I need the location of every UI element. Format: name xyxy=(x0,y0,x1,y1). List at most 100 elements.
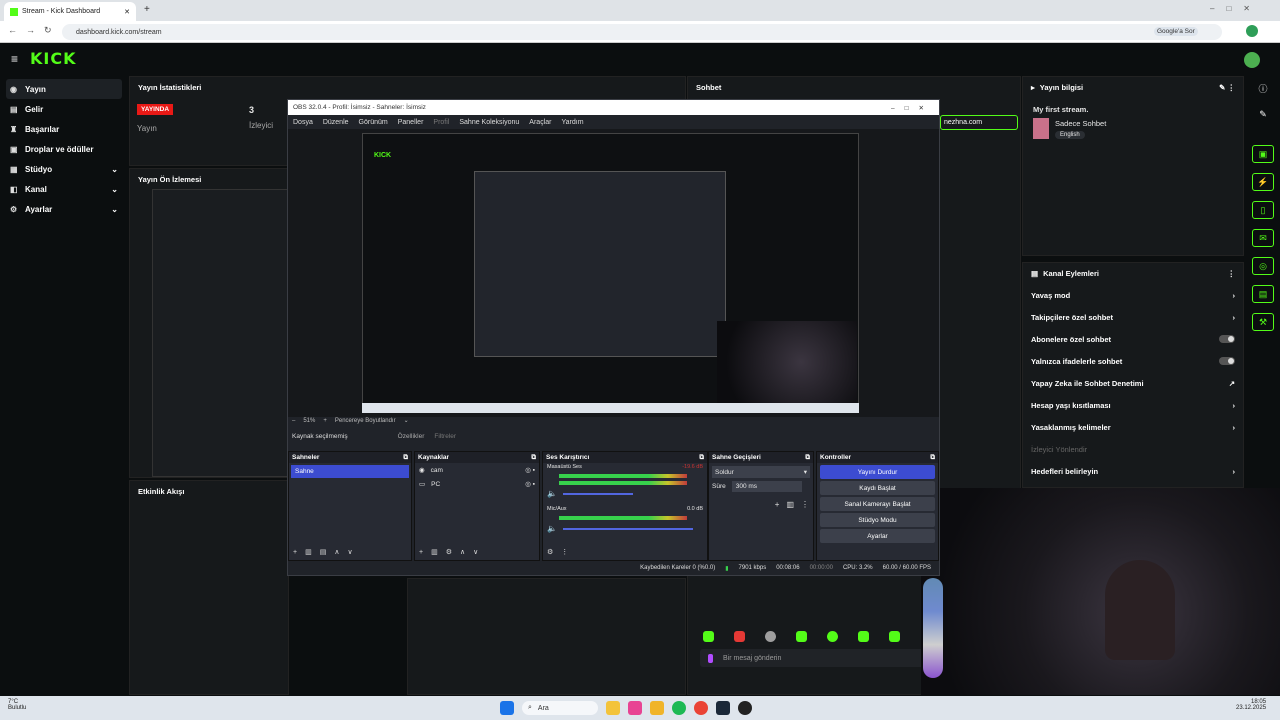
tool-icon-7[interactable]: ⚒ xyxy=(1252,313,1274,331)
filters-button[interactable]: Filtreler xyxy=(434,433,456,440)
emote-icon[interactable] xyxy=(703,631,714,642)
close-tab-icon[interactable]: ✕ xyxy=(124,8,130,16)
desktop-volume[interactable]: 🔈 xyxy=(547,489,703,498)
forward-icon[interactable]: → xyxy=(26,25,35,35)
clock[interactable]: 18:05 23.12.2025 xyxy=(1236,699,1266,711)
emote-icon[interactable] xyxy=(765,631,776,642)
filter-icon[interactable]: ▤ xyxy=(320,548,327,556)
back-icon[interactable]: ← xyxy=(8,25,17,35)
tool-icon-1[interactable]: ▣ xyxy=(1252,145,1274,163)
subscribers-toggle[interactable] xyxy=(1219,335,1235,343)
obs-menu-item[interactable]: Profil xyxy=(433,119,449,126)
action-followers-only[interactable]: Takipçilere özel sohbet › xyxy=(1023,306,1243,328)
more-icon[interactable]: ⋮ xyxy=(801,500,809,509)
dock-icon[interactable]: ⧉ xyxy=(403,454,408,462)
url-field[interactable]: dashboard.kick.com/stream xyxy=(62,24,1222,40)
duration-input[interactable]: 300 ms xyxy=(731,481,802,492)
speaker-icon[interactable]: 🔈 xyxy=(547,524,557,533)
action-banned-words[interactable]: Yasaklanmış kelimeler › xyxy=(1023,416,1243,438)
add-icon[interactable]: + xyxy=(775,500,780,509)
obs-menu-item[interactable]: Yardım xyxy=(561,119,583,126)
emote-icon[interactable] xyxy=(827,631,838,642)
action-ai-moderation[interactable]: Yapay Zeka ile Sohbet Denetimi ↗ xyxy=(1023,372,1243,394)
trash-icon[interactable]: ▥ xyxy=(305,548,312,556)
sidebar-item-studyo[interactable]: ▦ Stüdyo ⌄ xyxy=(0,159,128,179)
gear-icon[interactable]: ⚙ xyxy=(547,548,553,556)
emote-icon[interactable] xyxy=(734,631,745,642)
trash-icon[interactable]: ▥ xyxy=(431,548,438,556)
emote-icon[interactable] xyxy=(796,631,807,642)
spotify-icon[interactable] xyxy=(672,701,686,715)
more-icon[interactable]: ⋮ xyxy=(1228,269,1236,278)
action-goals[interactable]: Hedefleri belirleyin › xyxy=(1023,460,1243,482)
down-icon[interactable]: ∨ xyxy=(473,548,478,556)
kick-logo[interactable]: KICK xyxy=(30,49,77,68)
zoom-in-icon[interactable]: + xyxy=(323,418,327,424)
header-avatar[interactable] xyxy=(1244,52,1260,68)
volume-slider[interactable] xyxy=(562,492,633,495)
obs-icon[interactable] xyxy=(738,701,752,715)
new-tab-icon[interactable]: + xyxy=(144,4,150,15)
menu-icon[interactable]: ≡ xyxy=(11,52,18,66)
file-explorer-icon[interactable] xyxy=(606,701,620,715)
eye-lock-icon[interactable]: ◎ ▪ xyxy=(525,480,535,488)
tool-icon-5[interactable]: ◎ xyxy=(1252,257,1274,275)
sidebar-item-droplar[interactable]: ▣ Droplar ve ödüller xyxy=(0,139,128,159)
zoom-out-icon[interactable]: – xyxy=(292,418,295,424)
action-slow-mode[interactable]: Yavaş mod › xyxy=(1023,284,1243,306)
tool-icon-2[interactable]: ⚡ xyxy=(1252,173,1274,191)
folder-icon[interactable] xyxy=(650,701,664,715)
obs-window-controls[interactable]: –□✕ xyxy=(891,104,934,112)
eye-lock-icon[interactable]: ◎ ▪ xyxy=(525,466,535,474)
app-icon[interactable] xyxy=(628,701,642,715)
start-virtualcam-button[interactable]: Sanal Kamerayı Başlat xyxy=(820,497,935,511)
profile-avatar[interactable] xyxy=(1246,25,1258,37)
start-recording-button[interactable]: Kaydı Başlat xyxy=(820,481,935,495)
pencil-icon[interactable]: ✎ xyxy=(1259,109,1267,120)
transition-select[interactable]: Soldur ▾ xyxy=(712,466,810,478)
obs-settings-button[interactable]: Ayarlar xyxy=(820,529,935,543)
sidebar-item-yayin[interactable]: ◉ Yayın xyxy=(6,79,122,99)
tool-icon-3[interactable]: ▯ xyxy=(1252,201,1274,219)
edit-icon[interactable]: ✎ ⋮ xyxy=(1219,83,1235,92)
obs-menu-item[interactable]: Dosya xyxy=(293,119,313,126)
stop-stream-button[interactable]: Yayını Durdur xyxy=(820,465,935,479)
steam-icon[interactable] xyxy=(716,701,730,715)
sidebar-item-ayarlar[interactable]: ⚙ Ayarlar ⌄ xyxy=(0,199,128,219)
windows-start-icon[interactable] xyxy=(500,701,514,715)
sidebar-item-basarilar[interactable]: ♜ Başarılar xyxy=(0,119,128,139)
add-icon[interactable]: + xyxy=(293,549,297,556)
studio-mode-button[interactable]: Stüdyo Modu xyxy=(820,513,935,527)
mic-volume[interactable]: 🔈 xyxy=(547,524,703,533)
scene-item[interactable]: Sahne xyxy=(291,465,409,478)
gear-icon[interactable]: ⚙ xyxy=(446,548,452,556)
sidebar-item-gelir[interactable]: ▤ Gelir xyxy=(0,99,128,119)
sidebar-item-kanal[interactable]: ◧ Kanal ⌄ xyxy=(0,179,128,199)
obs-menu-item[interactable]: Araçlar xyxy=(529,119,551,126)
obs-preview-canvas[interactable]: KICK xyxy=(362,133,859,413)
tool-icon-4[interactable]: ✉ xyxy=(1252,229,1274,247)
emotes-toggle[interactable] xyxy=(1219,357,1235,365)
category-label[interactable]: Sadece Sohbet xyxy=(1055,119,1106,128)
taskbar-search[interactable]: ⌕ Ara xyxy=(522,701,598,715)
weather-widget[interactable]: 7°C Bulutlu xyxy=(8,699,26,711)
properties-button[interactable]: Özellikler xyxy=(398,433,425,440)
more-icon[interactable]: ⋮ xyxy=(561,548,568,556)
dock-icon[interactable]: ⧉ xyxy=(930,454,935,462)
chrome-icon[interactable] xyxy=(694,701,708,715)
google-ask-button[interactable]: Google'a Sor xyxy=(1154,27,1198,36)
dock-icon[interactable]: ⧉ xyxy=(805,454,810,462)
trash-icon[interactable]: ▥ xyxy=(786,500,794,509)
obs-menu-item[interactable]: Düzenle xyxy=(323,119,349,126)
up-icon[interactable]: ∧ xyxy=(460,548,465,556)
emote-icon[interactable] xyxy=(858,631,869,642)
reload-icon[interactable]: ↻ xyxy=(44,25,52,36)
volume-slider[interactable] xyxy=(562,527,693,530)
down-icon[interactable]: ∨ xyxy=(347,548,352,556)
up-icon[interactable]: ∧ xyxy=(334,548,339,556)
dock-icon[interactable]: ⧉ xyxy=(531,454,536,462)
obs-menu-item[interactable]: Görünüm xyxy=(359,119,388,126)
obs-menu-item[interactable]: Paneller xyxy=(398,119,424,126)
browser-tab[interactable]: Stream - Kick Dashboard ✕ xyxy=(4,2,136,21)
resize-dropdown[interactable]: Pencereye Boyutlandır xyxy=(335,418,396,424)
